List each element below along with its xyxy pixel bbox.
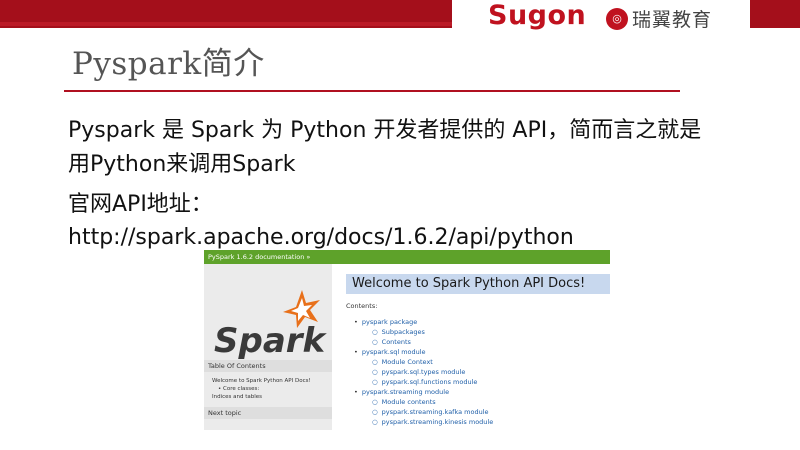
sugon-logo: Sugon [488, 0, 587, 31]
toc-item-welcome[interactable]: Welcome to Spark Python API Docs! [212, 378, 311, 384]
docs-sidebar: Spark Table Of Contents Welcome to Spark… [204, 264, 332, 430]
toc-link-module-contents[interactable]: ○ Module contents [372, 398, 436, 406]
spark-logo-text: Spark [214, 321, 328, 361]
header-band-right [750, 0, 800, 28]
header-band-stripe [0, 22, 452, 26]
spark-logo: Spark [214, 290, 328, 361]
ruiyi-logo: ◎ 瑞翼教育 [606, 5, 712, 32]
toc-link-sql-module[interactable]: • pyspark.sql module [354, 348, 426, 356]
toc-link-sql-types[interactable]: ○ pyspark.sql.types module [372, 368, 465, 376]
api-url: http://spark.apache.org/docs/1.6.2/api/p… [68, 225, 574, 250]
body-line-1: Pyspark 是 Spark 为 Python 开发者提供的 API，简而言之… [68, 118, 702, 143]
ruiyi-logo-text: 瑞翼教育 [632, 9, 713, 31]
toc-link-sql-functions[interactable]: ○ pyspark.sql.functions module [372, 378, 477, 386]
body-line-3: 官网API地址： [68, 192, 213, 217]
next-topic-heading: Next topic [204, 407, 332, 419]
docs-header[interactable]: PySpark 1.6.2 documentation » [204, 250, 610, 264]
slide-title: Pyspark简介 [72, 46, 265, 82]
ruiyi-logo-icon: ◎ [606, 7, 628, 30]
toc-item-indices[interactable]: Indices and tables [212, 394, 262, 400]
toc-link-streaming-kafka[interactable]: ○ pyspark.streaming.kafka module [372, 408, 489, 416]
contents-label: Contents: [346, 302, 378, 310]
welcome-heading: Welcome to Spark Python API Docs! [346, 274, 610, 294]
docs-screenshot: PySpark 1.6.2 documentation » Spark Tabl… [204, 250, 610, 430]
toc-heading: Table Of Contents [204, 360, 332, 372]
toc-link-streaming-module[interactable]: • pyspark.streaming module [354, 388, 449, 396]
toc-link-contents[interactable]: ○ Contents [372, 338, 411, 346]
toc-link-streaming-kinesis[interactable]: ○ pyspark.streaming.kinesis module [372, 418, 493, 426]
docs-main: Welcome to Spark Python API Docs! Conten… [332, 264, 610, 430]
title-underline [64, 90, 680, 92]
toc-link-subpackages[interactable]: ○ Subpackages [372, 328, 425, 336]
toc-link-module-context[interactable]: ○ Module Context [372, 358, 433, 366]
body-line-2: 用Python来调用Spark [68, 152, 296, 177]
toc-item-core-classes[interactable]: • Core classes: [218, 386, 259, 392]
toc-link-pyspark-package[interactable]: • pyspark package [354, 318, 417, 326]
